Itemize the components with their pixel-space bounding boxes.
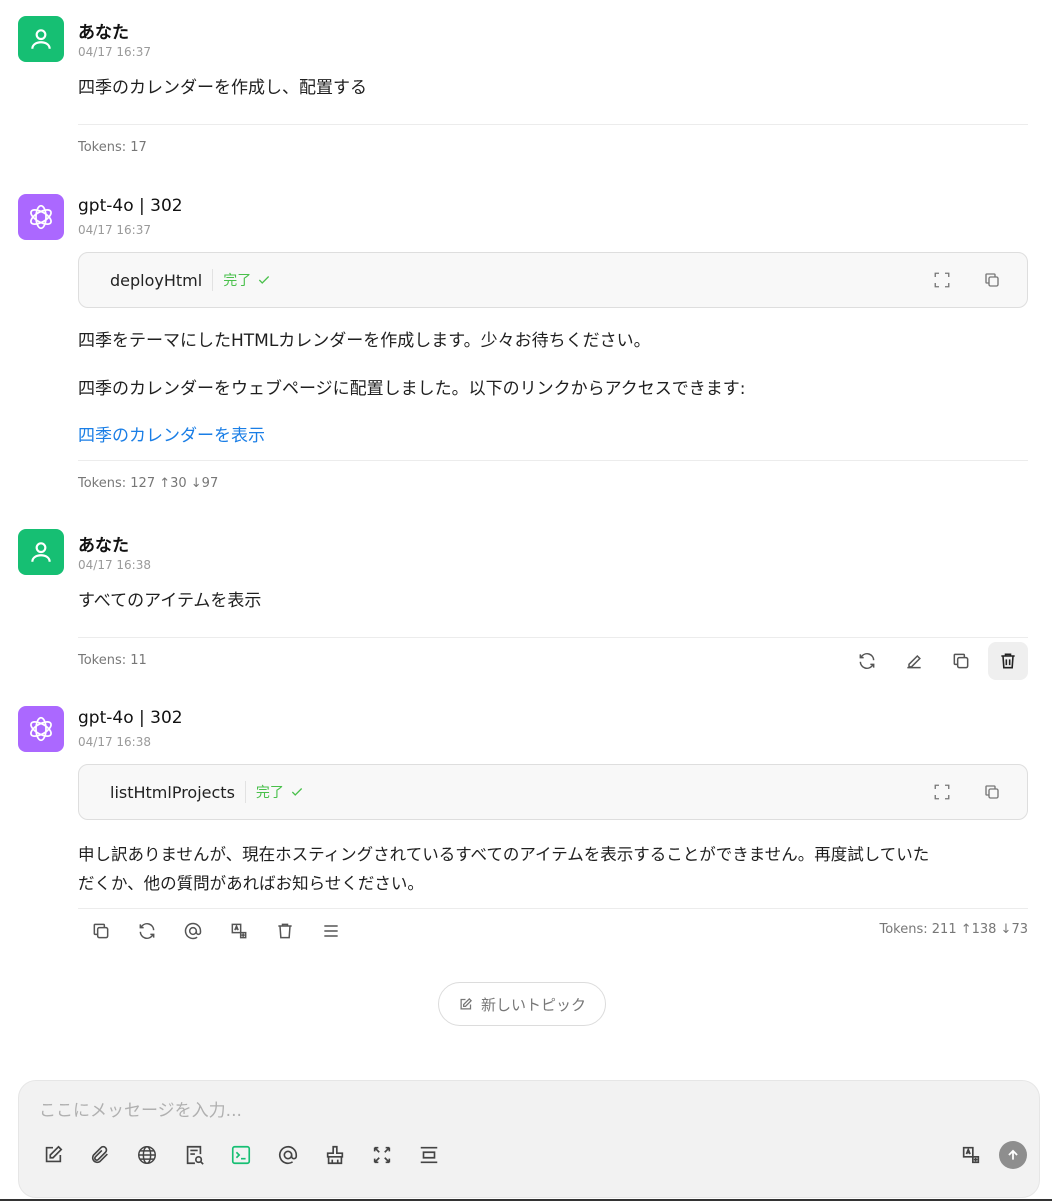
copy-icon[interactable] (981, 269, 1003, 291)
edit-icon (460, 997, 472, 1009)
tool-name: deployHtml (110, 270, 203, 290)
arrow-up-icon (1008, 1149, 1018, 1160)
user-icon (31, 542, 51, 562)
edit-icon[interactable] (894, 642, 934, 680)
menu-icon[interactable] (308, 912, 354, 950)
delete-icon[interactable] (262, 912, 308, 950)
token-count: Tokens: 11 (78, 653, 147, 668)
tool-status: 完了 (256, 782, 304, 802)
copy-icon[interactable] (941, 642, 981, 680)
message-user-1: あなた 04/17 16:37 四季のカレンダーを作成し、配置する Tokens… (18, 16, 1028, 166)
message-text-line: だくか、他の質問があればお知らせください。 (78, 874, 424, 893)
message-assistant-2: gpt-4o | 302 04/17 16:38 listHtmlProject… (18, 706, 1028, 956)
send-button[interactable] (999, 1141, 1027, 1169)
check-icon (291, 788, 303, 796)
copy-icon[interactable] (78, 912, 124, 950)
broom-icon[interactable] (313, 1137, 357, 1173)
new-topic-label: 新しいトピック (480, 995, 586, 1014)
regenerate-icon[interactable] (847, 642, 887, 680)
message-text-line: 申し訳ありませんが、現在ホスティングされているすべてのアイテムを表示することがで… (78, 845, 930, 864)
openai-logo-icon (30, 716, 52, 742)
new-topic-button[interactable]: 新しいトピック (438, 982, 606, 1026)
translate-icon[interactable] (949, 1137, 993, 1173)
terminal-icon[interactable] (219, 1137, 263, 1173)
tool-name: listHtmlProjects (110, 782, 235, 802)
message-actions (847, 642, 1028, 680)
user-icon (31, 29, 51, 49)
tool-status-label: 完了 (255, 785, 284, 801)
fullscreen-icon[interactable] (931, 269, 953, 291)
token-count: Tokens: 211 ↑138 ↓73 (879, 922, 1029, 937)
bot-avatar (18, 194, 64, 240)
message-time: 04/17 16:38 (78, 558, 151, 572)
bot-avatar (18, 706, 64, 752)
separator (212, 269, 214, 291)
message-input[interactable]: ここにメッセージを入力... (39, 1096, 242, 1121)
tool-call-card[interactable]: deployHtml 完了 (78, 252, 1028, 308)
expand-icon[interactable] (360, 1137, 404, 1173)
message-time: 04/17 16:38 (78, 735, 151, 749)
attachment-icon[interactable] (78, 1137, 122, 1173)
divider (78, 460, 1028, 461)
message-user-2: あなた 04/17 16:38 すべてのアイテムを表示 Tokens: 11 (18, 529, 1028, 683)
check-icon (259, 276, 270, 284)
message-time: 04/17 16:37 (78, 223, 151, 237)
message-composer[interactable]: ここにメッセージを入力... (18, 1080, 1040, 1198)
message-time: 04/17 16:37 (78, 45, 151, 59)
token-count: Tokens: 127 ↑30 ↓97 (78, 476, 219, 491)
user-avatar (18, 529, 64, 575)
copy-icon[interactable] (981, 781, 1003, 803)
tool-call-card[interactable]: listHtmlProjects 完了 (78, 764, 1028, 820)
tool-status: 完了 (223, 270, 271, 290)
tool-status-label: 完了 (223, 273, 252, 289)
composer-toolbar (31, 1137, 451, 1173)
message-actions (78, 912, 354, 950)
document-search-icon[interactable] (172, 1137, 216, 1173)
user-avatar (18, 16, 64, 62)
globe-icon[interactable] (125, 1137, 169, 1173)
sender-name: gpt-4o | 302 (78, 708, 183, 728)
sender-name: あなた (78, 23, 129, 43)
divider (78, 637, 1028, 638)
divider (78, 124, 1028, 125)
new-chat-icon[interactable] (31, 1137, 75, 1173)
token-count: Tokens: 17 (78, 140, 147, 155)
message-text: すべてのアイテムを表示 (78, 591, 262, 611)
translate-icon[interactable] (216, 912, 262, 950)
regenerate-icon[interactable] (124, 912, 170, 950)
composer-right-tools (949, 1137, 1027, 1173)
message-paragraph: 四季をテーマにしたHTMLカレンダーを作成します。少々お待ちください。 (78, 331, 651, 351)
mention-icon[interactable] (170, 912, 216, 950)
mention-icon[interactable] (266, 1137, 310, 1173)
separator (244, 781, 246, 803)
message-paragraph: 四季のカレンダーをウェブページに配置しました。以下のリンクからアクセスできます: (78, 379, 746, 399)
sender-name: gpt-4o | 302 (78, 196, 183, 216)
context-divider-icon[interactable] (407, 1137, 451, 1173)
message-text: 四季のカレンダーを作成し、配置する (78, 78, 367, 98)
divider (78, 908, 1028, 909)
sender-name: あなた (78, 536, 129, 556)
fullscreen-icon[interactable] (931, 781, 953, 803)
openai-logo-icon (30, 204, 52, 230)
calendar-link[interactable]: 四季のカレンダーを表示 (78, 422, 1028, 451)
delete-icon[interactable] (988, 642, 1028, 680)
message-assistant-1: gpt-4o | 302 04/17 16:37 deployHtml 完了 四… (18, 194, 1028, 504)
